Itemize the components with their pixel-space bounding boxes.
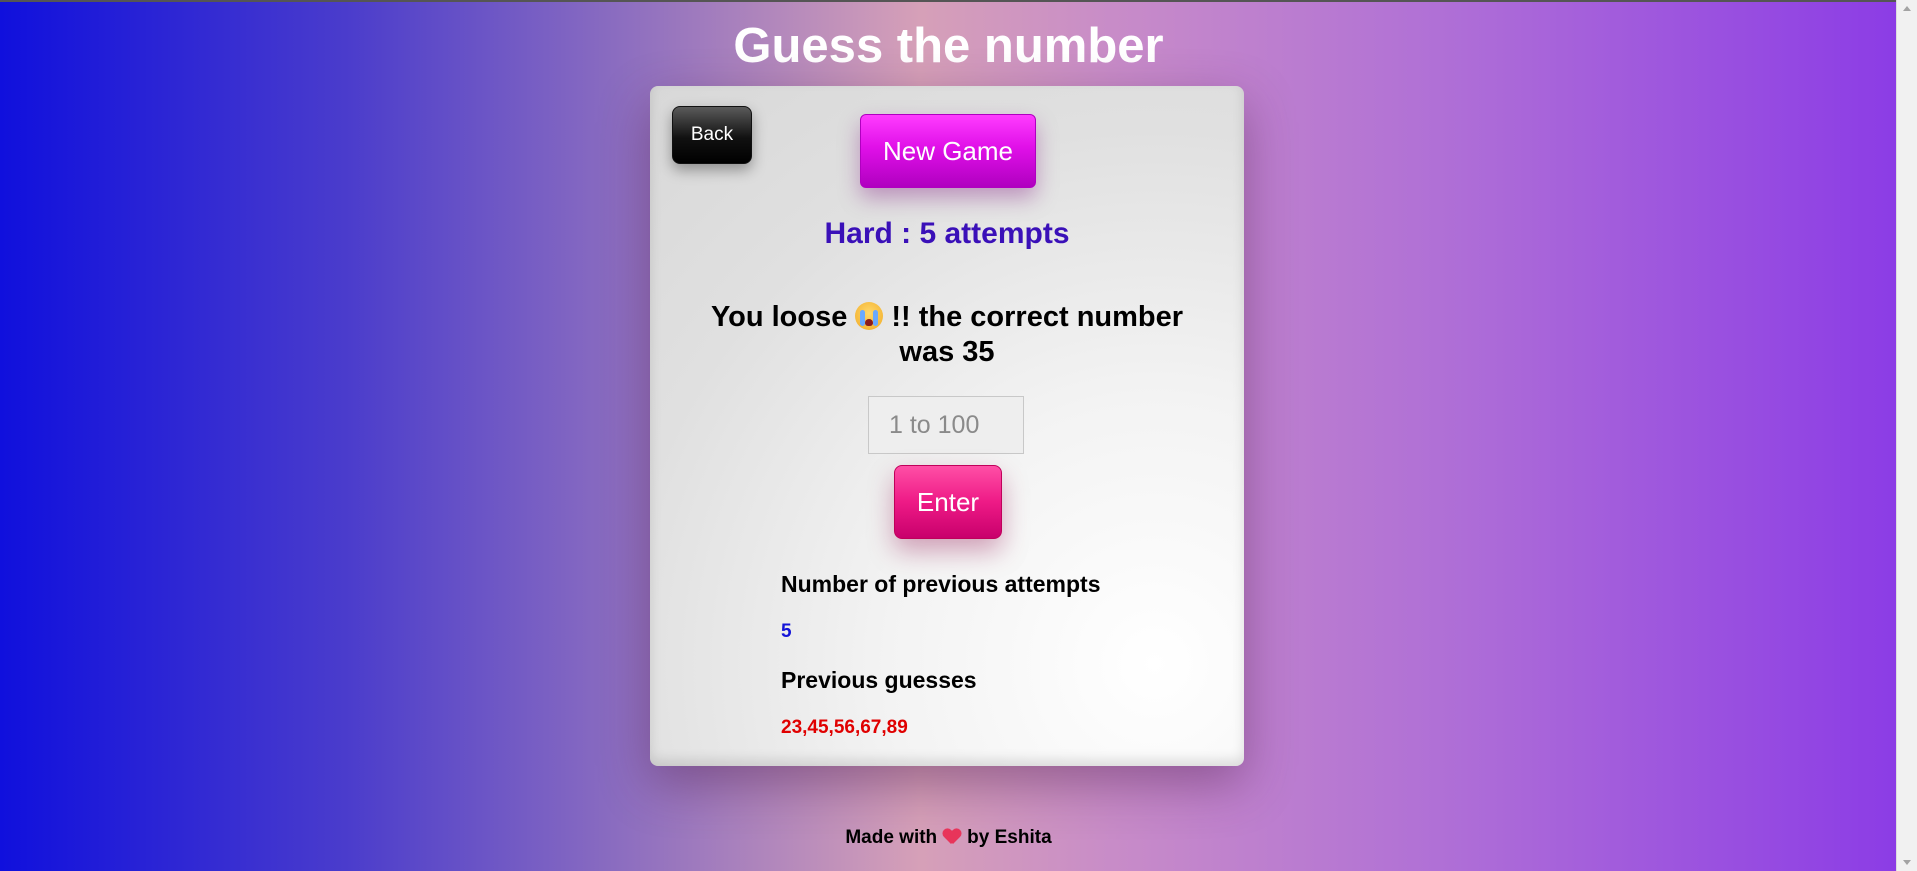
result-suffix: !! the correct number was 35 [891,301,1184,368]
enter-button[interactable]: Enter [894,465,1002,539]
result-message: You loose !! the correct number was 35 [690,300,1204,370]
back-button[interactable]: Back [672,106,752,164]
footer-prefix: Made with [845,827,938,848]
scroll-up-arrow-icon[interactable] [1903,6,1911,11]
result-prefix: You loose [710,301,848,333]
previous-guesses-list: 23,45,56,67,89 [781,717,908,738]
guess-input[interactable] [868,396,1024,454]
vertical-scrollbar[interactable] [1896,0,1917,871]
new-game-button[interactable]: New Game [860,114,1036,188]
scroll-down-arrow-icon[interactable] [1903,860,1911,865]
footer-credit: Made with by Eshita [0,826,1897,850]
page-title: Guess the number [733,19,1164,73]
game-card: Back New Game Hard : 5 attempts You loos… [650,86,1244,766]
heart-icon [943,829,961,845]
guesses-heading: Previous guesses [781,667,977,693]
attempts-count: 5 [781,621,792,642]
difficulty-label: Hard : 5 attempts [824,217,1070,250]
window-top-border [0,0,1917,2]
attempts-heading: Number of previous attempts [781,571,1101,597]
stats-panel: Number of previous attempts 5 Previous g… [781,570,1181,740]
footer-suffix: by Eshita [967,827,1052,848]
loudly-crying-face-icon [855,302,884,330]
